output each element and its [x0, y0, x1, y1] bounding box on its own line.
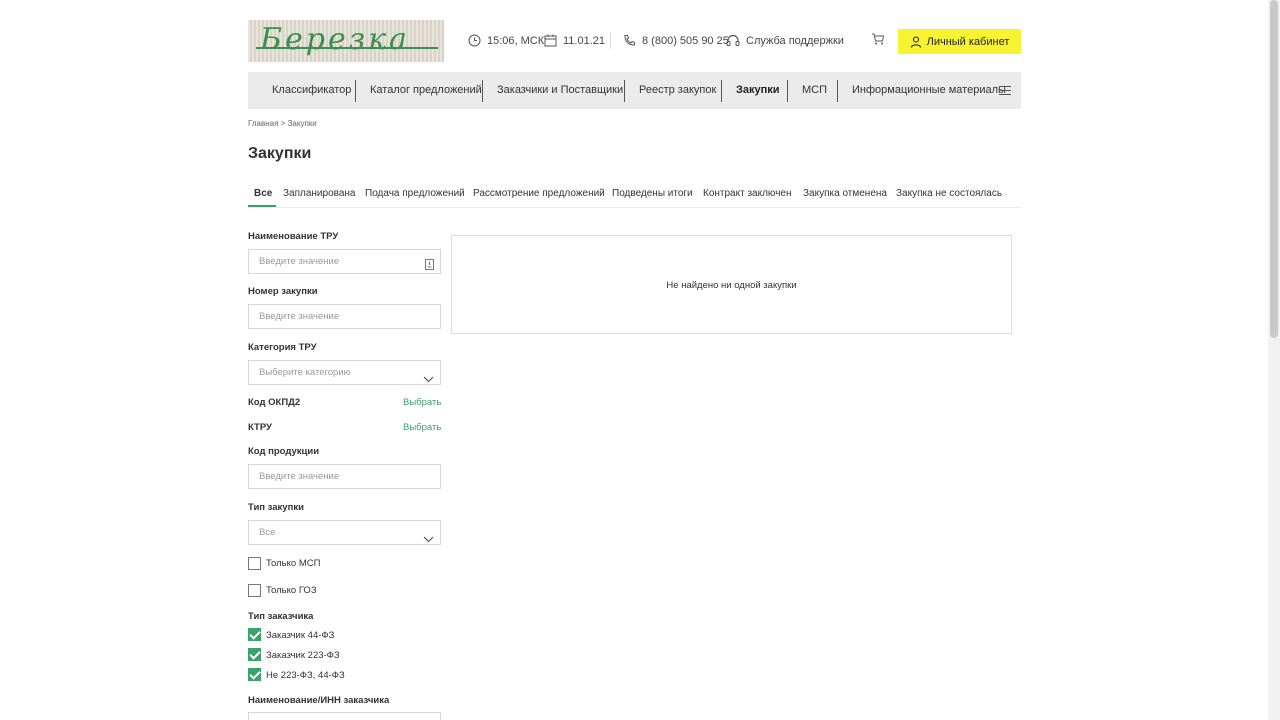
nav-divider [482, 80, 483, 102]
customer-223fz-label: Заказчик 223-ФЗ [266, 650, 340, 661]
page-scrollbar[interactable] [1268, 0, 1280, 720]
tru-category-label: Категория ТРУ [248, 342, 317, 353]
okpd2-select-link[interactable]: Выбрать [403, 397, 441, 408]
customer-other-label: Не 223-ФЗ, 44-ФЗ [266, 670, 345, 681]
document-icon[interactable] [425, 256, 434, 279]
active-tab-indicator [248, 205, 276, 207]
tru-name-placeholder: Введите значение [259, 256, 340, 267]
main-nav: Классификатор Каталог предложений Заказч… [248, 72, 1021, 109]
tab-planned[interactable]: Запланирована [283, 188, 356, 199]
only-goz-checkbox[interactable] [248, 584, 261, 597]
nav-item-classifier[interactable]: Классификатор [272, 72, 351, 109]
headset-icon [726, 34, 740, 46]
purchase-type-select[interactable]: Все [248, 520, 441, 545]
only-msp-checkbox[interactable] [248, 557, 261, 570]
phone-info[interactable]: 8 (800) 505 90 25 [623, 34, 729, 47]
current-time: 15:06, МСК [487, 34, 545, 47]
only-goz-label: Только ГОЗ [266, 585, 317, 596]
tab-contract-signed[interactable]: Контракт заключен [703, 188, 792, 199]
nav-item-info-materials[interactable]: Информационные материалы [852, 72, 1006, 109]
nav-item-customers-suppliers[interactable]: Заказчики и Поставщики [497, 72, 623, 109]
tru-name-input[interactable]: Введите значение [248, 249, 441, 274]
tab-failed[interactable]: Закупка не состоялась [896, 188, 1002, 199]
phone-icon [624, 35, 635, 46]
tru-category-select[interactable]: Выберите категорию [248, 360, 441, 385]
customer-name-input[interactable] [248, 712, 441, 720]
support-label: Служба поддержки [746, 34, 844, 47]
tab-bidding[interactable]: Подача предложений [365, 188, 465, 199]
calendar-icon [544, 34, 557, 47]
page-title: Закупки [248, 145, 312, 162]
account-button[interactable]: Личный кабинет [898, 29, 1021, 54]
breadcrumb[interactable]: Главная > Закупки [248, 119, 317, 128]
clock-icon [468, 34, 481, 47]
customer-44fz-checkbox[interactable] [248, 628, 261, 641]
tru-name-label: Наименование ТРУ [248, 231, 339, 242]
time-info: 15:06, МСК [468, 34, 544, 47]
okpd2-label: Код ОКПД2 [248, 397, 301, 408]
customer-44fz-label: Заказчик 44-ФЗ [266, 630, 335, 641]
nav-divider [721, 80, 722, 102]
results-panel: Не найдено ни одной закупки [451, 235, 1012, 334]
customer-other-checkbox[interactable] [248, 668, 261, 681]
date-info: 11.01.21 [544, 34, 605, 47]
tab-all[interactable]: Все [254, 188, 272, 199]
nav-divider [837, 80, 838, 102]
header-divider [610, 32, 611, 49]
chevron-down-icon [423, 529, 434, 552]
phone-number: 8 (800) 505 90 25 [642, 34, 729, 47]
product-code-input[interactable]: Введите значение [248, 464, 441, 489]
tru-category-placeholder: Выберите категорию [259, 367, 351, 378]
product-code-placeholder: Введите значение [259, 471, 340, 482]
nav-divider [787, 80, 788, 102]
ktru-select-link[interactable]: Выбрать [403, 422, 441, 433]
scrollbar-thumb[interactable] [1270, 0, 1278, 338]
status-tabs: Все Запланирована Подача предложений Рас… [248, 184, 1021, 208]
tab-results[interactable]: Подведены итоги [612, 188, 693, 199]
nav-item-msp[interactable]: МСП [802, 72, 827, 109]
nav-divider [624, 80, 625, 102]
product-code-label: Код продукции [248, 446, 320, 457]
purchase-type-value: Все [259, 527, 276, 538]
customer-name-label: Наименование/ИНН заказчика [248, 695, 390, 706]
nav-item-purchases[interactable]: Закупки [736, 72, 780, 109]
only-msp-label: Только МСП [266, 558, 321, 569]
current-date: 11.01.21 [563, 34, 606, 47]
purchase-type-label: Тип закупки [248, 502, 304, 513]
logo-text: Березка [260, 22, 410, 57]
nav-item-catalog[interactable]: Каталог предложений [370, 72, 482, 109]
empty-results-message: Не найдено ни одной закупки [666, 280, 797, 291]
ktru-label: КТРУ [248, 422, 272, 433]
purchase-number-placeholder: Введите значение [259, 311, 340, 322]
account-button-label: Личный кабинет [926, 35, 1010, 48]
tab-cancelled[interactable]: Закупка отменена [803, 188, 887, 199]
menu-icon[interactable] [999, 86, 1011, 98]
cart-icon [872, 33, 885, 45]
purchase-number-input[interactable]: Введите значение [248, 304, 441, 329]
customer-223fz-checkbox[interactable] [248, 648, 261, 661]
site-header: Березка 15:06, МСК 11.01.21 8 (800) 505 … [248, 20, 1021, 62]
support-link[interactable]: Служба поддержки [726, 34, 844, 47]
tab-review[interactable]: Рассмотрение предложений [473, 188, 605, 199]
logo-underline [256, 47, 438, 49]
logo[interactable]: Березка [248, 20, 444, 62]
nav-item-purchase-registry[interactable]: Реестр закупок [639, 72, 716, 109]
purchase-number-label: Номер закупки [248, 286, 318, 297]
nav-divider [355, 80, 356, 102]
user-icon [910, 35, 921, 48]
cart-button[interactable] [871, 32, 885, 51]
customer-type-label: Тип заказчика [248, 611, 314, 622]
chevron-down-icon [423, 369, 434, 392]
